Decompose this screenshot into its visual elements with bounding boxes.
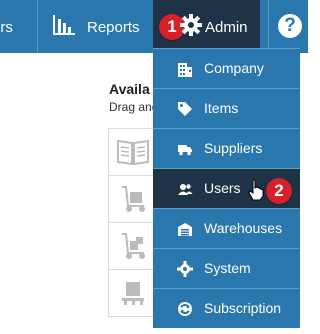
menu-item-suppliers[interactable]: Suppliers — [153, 128, 300, 168]
bar-chart-icon — [53, 15, 75, 35]
list-item[interactable] — [108, 128, 156, 176]
admin-dropdown-menu: Company Items Suppliers Users 2 Warehous… — [153, 48, 300, 328]
menu-item-label: Items — [204, 100, 239, 116]
menu-item-users[interactable]: Users 2 — [153, 168, 300, 208]
top-nav: ers Reports 1 Admi — [0, 0, 308, 53]
available-items-list — [108, 128, 156, 317]
hand-pointer-icon — [248, 179, 264, 201]
nav-suppliers-label: ers — [0, 19, 13, 36]
menu-item-label: Subscription — [204, 300, 282, 316]
users-icon — [178, 184, 193, 195]
list-item[interactable] — [108, 222, 156, 270]
nav-reports-label: Reports — [87, 19, 140, 36]
hand-truck-icon — [121, 186, 145, 212]
warehouse-icon — [178, 223, 192, 236]
tag-icon — [178, 102, 192, 116]
list-item[interactable] — [108, 269, 156, 317]
building-icon — [178, 63, 192, 77]
nav-reports[interactable]: Reports — [38, 0, 148, 53]
nav-admin[interactable]: 1 Admin — [153, 0, 260, 53]
pallet-icon — [121, 282, 144, 305]
hand-truck-icon — [121, 233, 145, 259]
list-item[interactable] — [108, 175, 156, 223]
truck-icon — [178, 145, 192, 156]
menu-item-items[interactable]: Items — [153, 88, 300, 128]
menu-item-label: Warehouses — [204, 220, 283, 236]
menu-item-warehouses[interactable]: Warehouses — [153, 208, 300, 248]
gear-icon — [180, 14, 202, 36]
subscription-icon — [178, 302, 192, 316]
page-subtitle: Drag and — [109, 100, 159, 114]
nav-suppliers[interactable]: ers — [0, 0, 31, 53]
menu-item-label: Suppliers — [204, 140, 263, 156]
menu-item-subscription[interactable]: Subscription — [153, 288, 300, 328]
page-title: Availa — [109, 81, 150, 97]
menu-item-label: Users — [204, 180, 241, 196]
menu-item-label: System — [204, 260, 251, 276]
gear-icon — [177, 261, 193, 277]
menu-item-label: Company — [204, 60, 264, 76]
nav-admin-label: Admin — [205, 19, 248, 36]
step-badge-2: 2 — [266, 178, 292, 204]
menu-item-company[interactable]: Company — [153, 48, 300, 88]
nav-divider — [268, 0, 269, 53]
menu-item-system[interactable]: System — [153, 248, 300, 288]
help-icon[interactable]: ? — [278, 14, 302, 38]
book-icon — [116, 139, 149, 166]
